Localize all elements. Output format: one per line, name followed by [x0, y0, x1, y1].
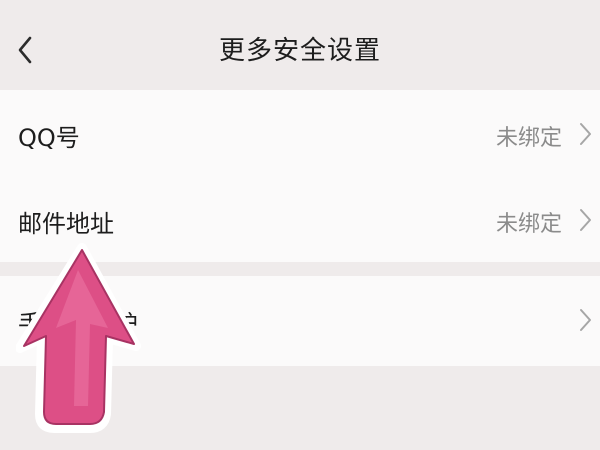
- chevron-right-icon: [580, 123, 591, 145]
- chevron-right-icon: [580, 209, 591, 231]
- page-title: 更多安全设置: [218, 36, 381, 66]
- settings-row-value: 未绑定: [495, 212, 562, 237]
- settings-row-label: 邮件地址: [18, 210, 114, 238]
- settings-row-qq[interactable]: QQ号 未绑定: [0, 90, 600, 176]
- pink-arrow-up-icon: [16, 243, 141, 433]
- screen: 更多安全设置 QQ号 未绑定 邮件地址 未绑定 手机号防护: [0, 0, 600, 450]
- settings-row-label: QQ号: [18, 124, 80, 152]
- settings-row-value: 未绑定: [495, 126, 562, 151]
- top-bar: 更多安全设置: [0, 0, 600, 96]
- chevron-right-icon: [580, 309, 591, 331]
